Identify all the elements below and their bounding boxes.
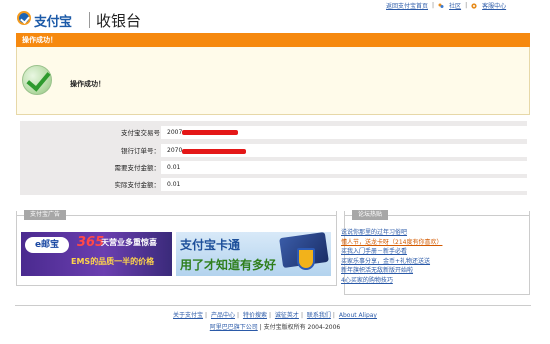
list-item: 买我入门手册－新手必看 (341, 247, 531, 257)
forum-panel-title: 论坛热贴 (352, 210, 389, 220)
separator: | (465, 2, 468, 9)
home-link[interactable]: 返回支付宝首页 (386, 1, 428, 10)
shield-icon (297, 248, 315, 270)
redaction-mark (182, 130, 238, 135)
alipay-logo[interactable]: 支付宝 (17, 9, 72, 30)
footer-link-jobs[interactable]: 诚征英才 (275, 312, 299, 319)
detail-label: 银行订单号： (121, 147, 160, 155)
page-title: 收银台 (96, 12, 142, 30)
detail-label: 实际支付金额： (114, 181, 161, 189)
forum-post-link[interactable]: 4心买家的购物技巧 (341, 277, 393, 284)
detail-row-amount-due: 需要支付金额： 0.01 (20, 161, 527, 175)
footer-link-about[interactable]: 关于支付宝 (173, 312, 203, 319)
eyoubao-logo: e邮宝 (25, 237, 69, 253)
footer-link-contact[interactable]: 联系我们 (307, 312, 331, 319)
forum-post-link[interactable]: 说说你那里的过年习俗吧 (341, 229, 407, 236)
detail-value: 0.01 (161, 178, 527, 192)
ad-tagline: EMS的品质一半的价格 (71, 257, 155, 266)
footer-link-about-en[interactable]: About Alipay (339, 312, 377, 319)
detail-value: 0.01 (161, 161, 527, 175)
detail-label: 支付宝交易号 (121, 129, 160, 137)
footer-copyright: 阿里巴巴旗下公司 | 支付宝版权所有 2004-2006 (209, 324, 341, 331)
customer-service-icon (471, 2, 477, 9)
footer-link-products[interactable]: 产品中心 (211, 312, 235, 319)
ad-headline: 支付宝卡通 (180, 238, 241, 252)
detail-row-amount-paid: 实际支付金额： 0.01 (20, 178, 527, 192)
detail-row-bank-order: 银行订单号： 2070 (20, 144, 527, 158)
copyright-text: 支付宝版权所有 2004-2006 (263, 324, 341, 331)
forum-post-link[interactable]: 买家乐事分享，金币+礼物还送送 (341, 258, 430, 265)
ems-ad-banner[interactable]: e邮宝 365 天营业多重惊喜 EMS的品质一半的价格 (21, 232, 172, 276)
transaction-details: 支付宝交易号 2007 银行订单号： 2070 需要支付金额： 0.01 实际支… (20, 121, 527, 195)
forum-post-link[interactable]: 懂人节，送龙卡呀（214度有你喜欢） (341, 239, 442, 246)
forum-post-link[interactable]: 买我入门手册－新手必看 (341, 248, 407, 255)
list-item: 买家乐事分享，金币+礼物还送送 (341, 257, 531, 267)
customer-service-link[interactable]: 客服中心 (482, 1, 506, 10)
card-ad-banner[interactable]: 支付宝卡通 用了才知道有多好 (176, 232, 331, 276)
ad-panel-title: 支付宝广告 (24, 210, 67, 220)
status-bar: 操作成功！ (16, 33, 530, 47)
forum-list: 说说你那里的过年习俗吧 懂人节，送龙卡呀（214度有你喜欢） 买我入门手册－新手… (341, 228, 531, 285)
footer-company-link[interactable]: 阿里巴巴旗下公司 (210, 324, 258, 331)
community-link[interactable]: 社区 (449, 1, 461, 10)
list-item: 懂人节，送龙卡呀（214度有你喜欢） (341, 238, 531, 248)
detail-value: 2007 (161, 126, 527, 140)
alipay-shield-icon (17, 11, 31, 25)
detail-label: 需要支付金额： (114, 164, 161, 172)
footer-links: 关于支付宝 | 产品中心 | 特价搜索 | 诚征英才 | 联系我们 | About Ali… (173, 312, 377, 319)
list-item: 4心买家的购物技巧 (341, 276, 531, 286)
redaction-mark (182, 149, 246, 154)
separator: | (432, 2, 435, 9)
logo-text: 支付宝 (34, 15, 72, 30)
ad-headline: 天营业多重惊喜 (101, 238, 157, 247)
detail-row-trade-no: 支付宝交易号 2007 (20, 126, 527, 140)
list-item: 说说你那里的过年习俗吧 (341, 228, 531, 238)
community-icon (438, 3, 444, 9)
list-item: 新年旗帜活无敌新版开始啦 (341, 266, 531, 276)
success-message: 操作成功！ (70, 80, 105, 88)
success-check-icon (22, 65, 52, 95)
logo-divider (89, 12, 90, 28)
top-nav: 返回支付宝首页 | 社区 | 客服中心 (386, 1, 506, 10)
footer-divider (15, 305, 531, 306)
forum-post-link[interactable]: 新年旗帜活无敌新版开始啦 (341, 267, 413, 274)
footer-link-deals[interactable]: 特价搜索 (243, 312, 267, 319)
detail-value: 2070 (161, 144, 527, 158)
ad-tagline: 用了才知道有多好 (180, 258, 277, 272)
